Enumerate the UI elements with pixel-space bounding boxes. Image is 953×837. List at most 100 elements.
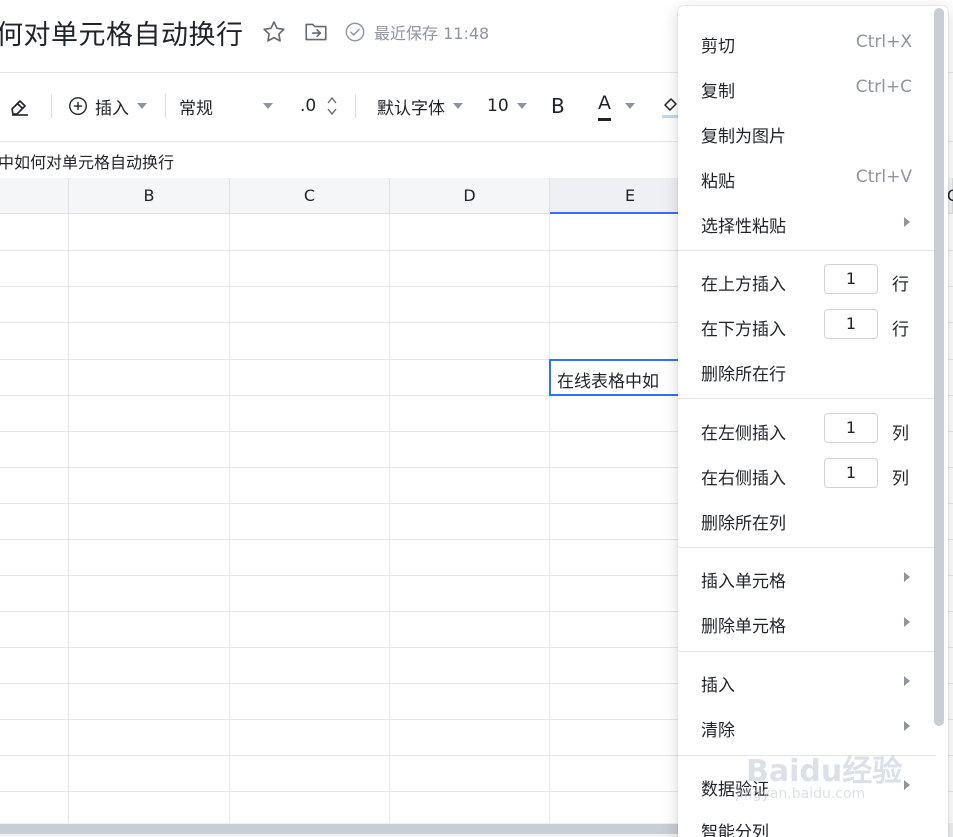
save-status: 最近保存 11:48 (344, 20, 489, 44)
column-count-input[interactable]: 1 (824, 413, 878, 443)
menu-item-label: 在右侧插入 (701, 469, 786, 489)
unit-label: 列 (892, 469, 909, 489)
menu-item-label: 删除所在列 (701, 514, 786, 534)
insert-button[interactable]: 插入 (67, 92, 147, 120)
row-count-input[interactable]: 1 (824, 309, 878, 339)
menu-item-copy[interactable]: 复制 Ctrl+C (678, 65, 936, 109)
menu-item-delete-column[interactable]: 删除所在列 (678, 497, 936, 541)
column-header-d[interactable]: D (390, 178, 550, 214)
selected-cell-text[interactable]: 在线表格中如 (557, 367, 659, 392)
toolbar-separator (165, 94, 166, 118)
row-count-input[interactable]: 1 (824, 264, 878, 294)
column-header-a[interactable] (0, 178, 69, 214)
column-header-b[interactable]: B (69, 178, 230, 214)
menu-item-data-validation[interactable]: 数据验证 (678, 763, 936, 807)
menu-item-delete-row[interactable]: 删除所在行 (678, 348, 936, 392)
menu-item-label: 选择性粘贴 (701, 217, 786, 237)
formula-content[interactable]: 中如何对单元格自动换行 (0, 149, 174, 173)
decimal-label: .0 (300, 96, 317, 116)
menu-separator (678, 398, 936, 399)
shortcut-hint: Ctrl+V (855, 167, 912, 187)
insert-button-label: 插入 (95, 98, 129, 119)
document-title[interactable]: 何对单元格自动换行 (0, 13, 244, 52)
grid-line (229, 214, 230, 837)
saved-check-icon (345, 22, 365, 42)
star-icon[interactable] (260, 18, 288, 46)
shortcut-hint: Ctrl+X (855, 32, 912, 52)
font-family-label: 默认字体 (377, 98, 445, 119)
stepper-arrows-icon[interactable] (326, 94, 338, 118)
font-family-select[interactable]: 默认字体 (377, 92, 463, 120)
menu-item-delete-cells[interactable]: 删除单元格 (678, 600, 936, 644)
menu-item-label: 插入 (701, 676, 735, 696)
menu-item-insert-cells[interactable]: 插入单元格 (678, 555, 936, 599)
chevron-down-icon (625, 103, 635, 109)
column-header-c[interactable]: C (230, 178, 390, 214)
chevron-down-icon (263, 103, 273, 109)
horizontal-scrollbar-thumb[interactable] (0, 824, 680, 834)
menu-item-label: 智能分列 (701, 823, 769, 837)
context-menu: 剪切 Ctrl+X 复制 Ctrl+C 复制为图片 粘贴 Ctrl+V 选择性粘… (678, 6, 948, 837)
menu-item-label: 在左侧插入 (701, 424, 786, 444)
menu-separator (678, 755, 936, 756)
menu-separator (678, 250, 936, 251)
menu-item-insert-col-right[interactable]: 在右侧插入 1 列 (678, 452, 936, 496)
unit-label: 列 (892, 424, 909, 444)
clear-format-button[interactable] (8, 92, 32, 120)
font-size-label: 10 (487, 96, 509, 116)
menu-item-paste-special[interactable]: 选择性粘贴 (678, 200, 936, 244)
menu-item-label: 删除所在行 (701, 365, 786, 385)
paint-bucket-icon (662, 98, 678, 118)
font-color-button[interactable]: A (598, 92, 635, 121)
menu-item-label: 复制为图片 (701, 127, 786, 147)
menu-item-label: 复制 (701, 82, 735, 102)
eraser-icon (11, 100, 28, 116)
menu-item-insert-row-below[interactable]: 在下方插入 1 行 (678, 303, 936, 347)
menu-item-label: 数据验证 (701, 780, 769, 800)
menu-item-label: 在上方插入 (701, 275, 786, 295)
grid-line (68, 214, 69, 837)
grid-line (389, 214, 390, 837)
unit-label: 行 (892, 275, 909, 295)
decimal-places-control[interactable]: .0 (300, 92, 338, 120)
chevron-right-icon (904, 676, 910, 686)
menu-scrollbar-thumb[interactable] (934, 8, 944, 726)
menu-item-label: 清除 (701, 721, 735, 741)
menu-item-smart-split[interactable]: 智能分列 (678, 806, 936, 837)
toolbar-separator (51, 94, 52, 118)
menu-item-clear[interactable]: 清除 (678, 704, 936, 748)
chevron-down-icon (137, 103, 147, 109)
menu-item-label: 插入单元格 (701, 572, 786, 592)
move-to-folder-icon[interactable] (302, 18, 330, 46)
menu-item-copy-as-image[interactable]: 复制为图片 (678, 110, 936, 154)
chevron-right-icon (904, 721, 910, 731)
menu-item-cut[interactable]: 剪切 Ctrl+X (678, 20, 936, 64)
menu-item-insert-col-left[interactable]: 在左侧插入 1 列 (678, 407, 936, 451)
menu-item-insert-row-above[interactable]: 在上方插入 1 行 (678, 258, 936, 302)
shortcut-hint: Ctrl+C (855, 77, 912, 97)
menu-item-paste[interactable]: 粘贴 Ctrl+V (678, 155, 936, 199)
column-count-input[interactable]: 1 (824, 458, 878, 488)
grid-line (549, 214, 550, 837)
font-color-icon: A (598, 92, 611, 121)
chevron-right-icon (904, 617, 910, 627)
number-format-label: 常规 (179, 98, 213, 119)
chevron-right-icon (904, 217, 910, 227)
menu-separator (678, 547, 936, 548)
bold-button[interactable]: B (551, 92, 565, 120)
bold-icon: B (551, 94, 565, 118)
toolbar-separator (355, 94, 356, 118)
number-format-select[interactable]: 常规 (179, 92, 275, 120)
menu-item-label: 删除单元格 (701, 617, 786, 637)
unit-label: 行 (892, 320, 909, 340)
fill-color-button[interactable] (662, 92, 678, 120)
menu-item-insert[interactable]: 插入 (678, 659, 936, 703)
menu-item-label: 在下方插入 (701, 320, 786, 340)
font-size-select[interactable]: 10 (487, 92, 527, 120)
chevron-right-icon (904, 780, 910, 790)
chevron-down-icon (453, 103, 463, 109)
menu-item-label: 粘贴 (701, 172, 735, 192)
chevron-down-icon (516, 103, 527, 109)
menu-item-label: 剪切 (701, 37, 735, 57)
plus-circle-icon (69, 97, 87, 115)
